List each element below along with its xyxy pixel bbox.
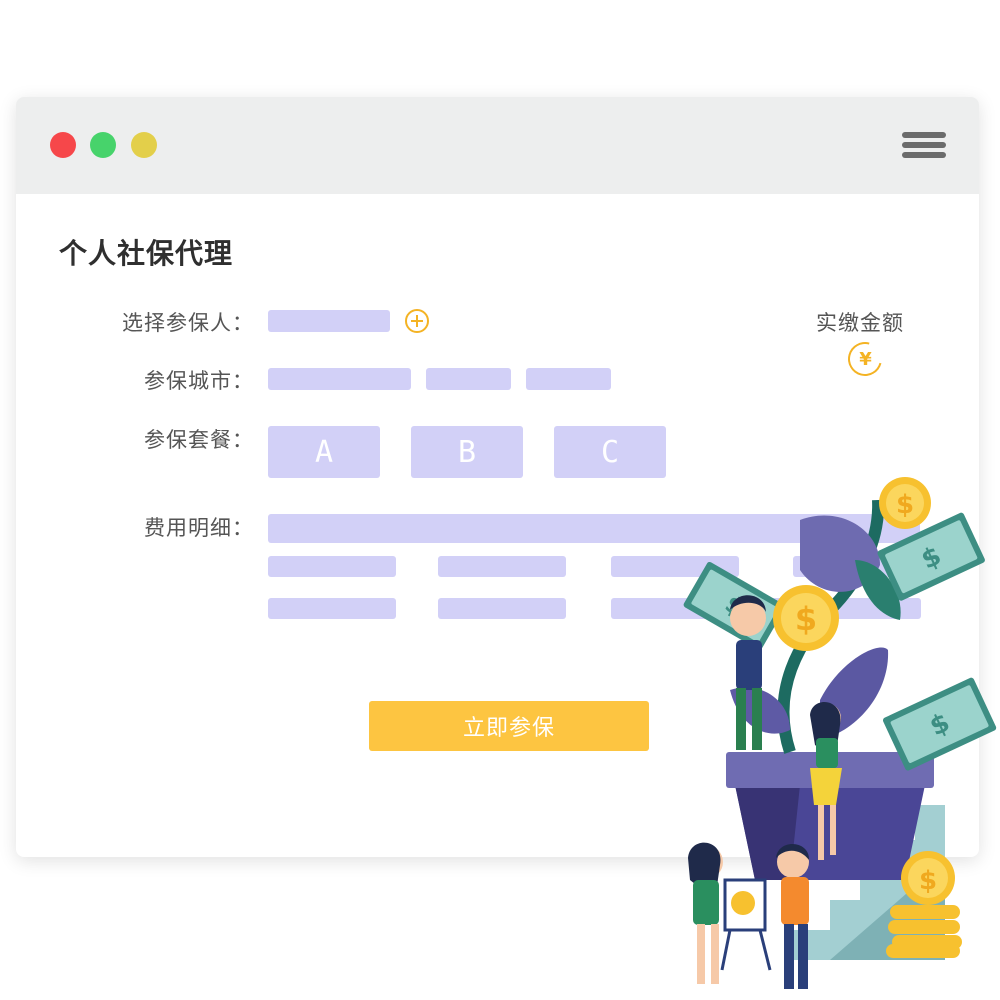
insurance-package-label: 参保套餐： bbox=[144, 428, 254, 452]
package-option-b[interactable]: B bbox=[411, 426, 523, 478]
page-title: 个人社保代理 bbox=[59, 237, 234, 270]
paid-amount-label: 实缴金额 bbox=[816, 311, 904, 335]
add-insured-person-icon[interactable] bbox=[405, 309, 429, 333]
svg-text:$: $ bbox=[795, 600, 817, 638]
fee-detail-label: 费用明细： bbox=[144, 516, 254, 540]
province-select[interactable] bbox=[268, 368, 411, 390]
svg-text:$: $ bbox=[919, 866, 937, 896]
insured-person-label: 选择参保人： bbox=[122, 311, 254, 335]
yen-icon: ¥ bbox=[841, 335, 889, 383]
insured-person-select[interactable] bbox=[268, 310, 390, 332]
district-select[interactable] bbox=[526, 368, 611, 390]
submit-insure-button[interactable]: 立即参保 bbox=[369, 701, 649, 751]
fee-detail-cell bbox=[268, 598, 396, 619]
fee-detail-cell bbox=[438, 598, 566, 619]
svg-text:$: $ bbox=[896, 490, 914, 520]
window-titlebar bbox=[16, 97, 979, 194]
city-select[interactable] bbox=[426, 368, 511, 390]
fee-detail-cell bbox=[268, 556, 396, 577]
minimize-window-dot[interactable] bbox=[131, 132, 157, 158]
package-option-a[interactable]: A bbox=[268, 426, 380, 478]
maximize-window-dot[interactable] bbox=[90, 132, 116, 158]
fee-detail-cell bbox=[438, 556, 566, 577]
hamburger-menu-icon[interactable] bbox=[902, 132, 946, 158]
money-plant-illustration: $ $ $ $ $ $ bbox=[683, 477, 997, 989]
package-option-c[interactable]: C bbox=[554, 426, 666, 478]
insured-city-label: 参保城市： bbox=[144, 369, 254, 393]
close-window-dot[interactable] bbox=[50, 132, 76, 158]
